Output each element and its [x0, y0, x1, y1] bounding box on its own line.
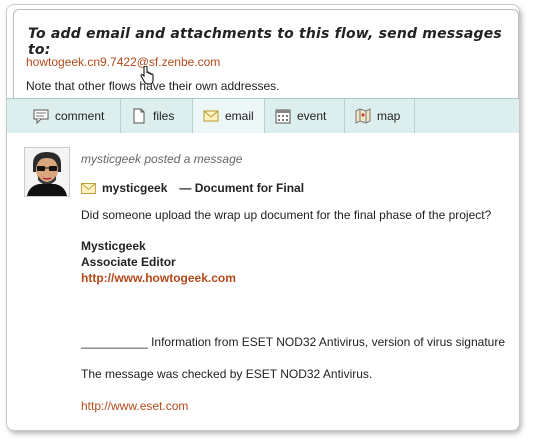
tab-map-label: map: [377, 109, 401, 123]
avatar: [24, 147, 70, 197]
file-icon: [133, 108, 145, 124]
antivirus-checked: The message was checked by ESET NOD32 An…: [81, 367, 373, 381]
envelope-icon: [81, 182, 96, 194]
comment-icon: [33, 109, 49, 124]
flow-email-address[interactable]: howtogeek.cn9.7422@sf.zenbe.com: [26, 55, 220, 69]
post-type-tabs: comment files email event map: [7, 98, 519, 134]
tab-event[interactable]: event: [265, 99, 345, 133]
tab-email[interactable]: email: [193, 99, 265, 133]
calendar-icon: [275, 109, 291, 124]
message-subject: — Document for Final: [179, 181, 305, 195]
tab-map[interactable]: map: [345, 99, 415, 133]
hand-cursor-icon: [140, 66, 154, 85]
message-body: Did someone upload the wrap up document …: [81, 208, 492, 222]
tab-comment[interactable]: comment: [23, 99, 121, 133]
message-subject-row: mysticgeek — Document for Final: [81, 181, 304, 195]
tab-email-label: email: [225, 109, 254, 123]
message-sender[interactable]: mysticgeek: [102, 181, 167, 195]
tab-event-label: event: [297, 109, 327, 123]
tab-files[interactable]: files: [121, 99, 193, 133]
tab-files-label: files: [153, 109, 175, 123]
tab-comment-label: comment: [55, 109, 105, 123]
antivirus-info: __________ Information from ESET NOD32 A…: [81, 335, 505, 349]
info-title: To add email and attachments to this flo…: [28, 26, 502, 58]
message-post: mysticgeek posted a message mysticgeek —…: [7, 133, 519, 430]
eset-link[interactable]: http://www.eset.com: [81, 399, 188, 413]
map-icon: [355, 108, 371, 124]
flow-panel: To add email and attachments to this flo…: [6, 4, 520, 431]
email-info-box: To add email and attachments to this flo…: [13, 9, 519, 100]
user-avatar-icon: [25, 148, 69, 196]
signature-link[interactable]: http://www.howtogeek.com: [81, 271, 236, 285]
signature-title: Associate Editor: [81, 255, 176, 269]
signature-name: Mysticgeek: [81, 239, 146, 253]
post-header: mysticgeek posted a message: [81, 152, 243, 166]
envelope-icon: [203, 110, 219, 122]
